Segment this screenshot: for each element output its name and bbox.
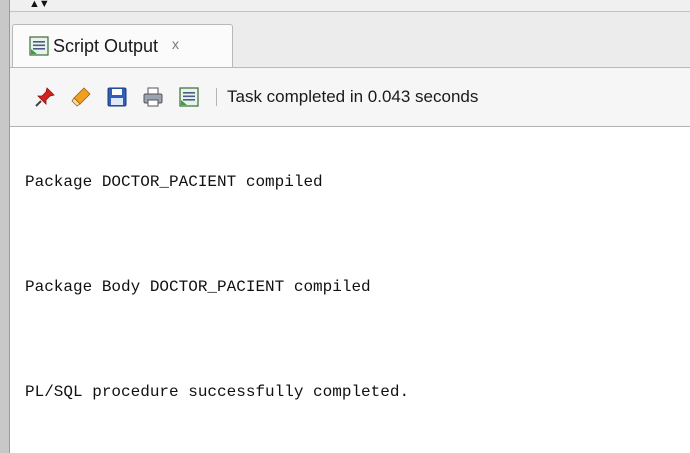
task-status-text: Task completed in 0.043 seconds <box>227 87 479 106</box>
script-output-icon <box>28 35 50 57</box>
output-line: Package Body DOCTOR_PACIENT compiled <box>25 278 371 296</box>
eraser-icon[interactable] <box>68 84 94 110</box>
tab-script-output[interactable]: Script Output x <box>12 24 233 67</box>
panel-left-border <box>0 0 10 453</box>
script-output-area[interactable]: Package DOCTOR_PACIENT compiled Package … <box>10 127 690 453</box>
tab-label: Script Output <box>53 35 159 56</box>
close-icon[interactable]: x <box>172 36 179 52</box>
toolbar-separator <box>216 88 217 106</box>
output-line: Package DOCTOR_PACIENT compiled <box>25 173 323 191</box>
pin-icon[interactable] <box>32 84 58 110</box>
panel-header-strip: ▲▼ <box>10 0 690 12</box>
print-icon[interactable] <box>140 84 166 110</box>
collapse-arrows-icon[interactable]: ▲▼ <box>29 0 50 10</box>
script-output-icon[interactable] <box>176 84 202 110</box>
output-line: PL/SQL procedure successfully completed. <box>25 383 410 401</box>
save-icon[interactable] <box>104 84 130 110</box>
toolbar: Task completed in 0.043 seconds <box>10 67 690 127</box>
